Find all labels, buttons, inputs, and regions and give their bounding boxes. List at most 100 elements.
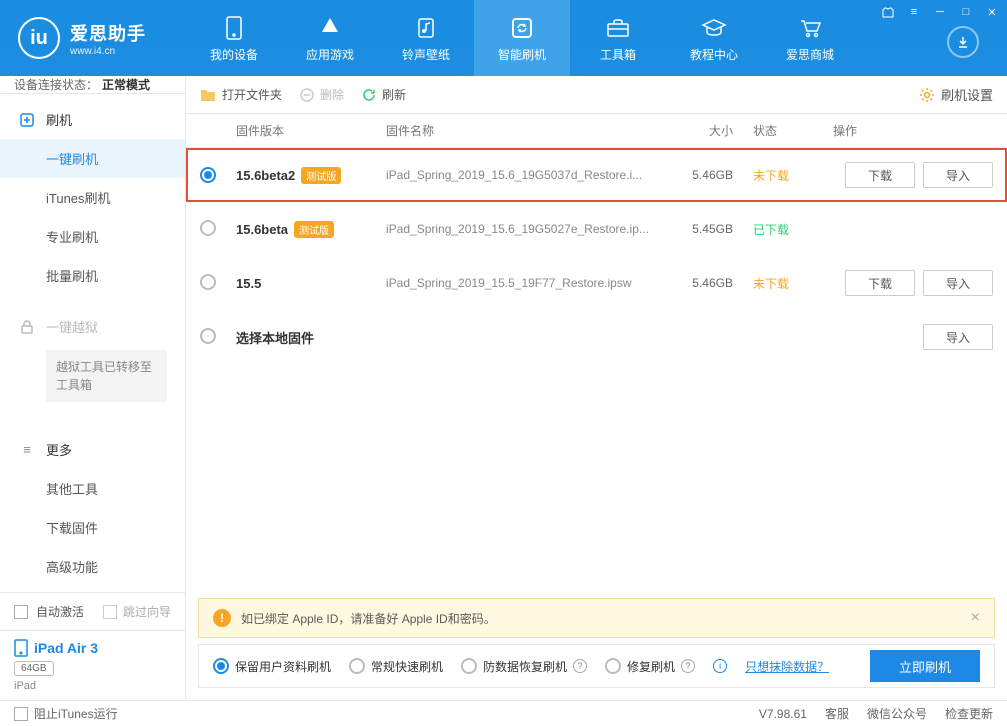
version-text: 选择本地固件 [236,331,314,346]
checkbox-icon[interactable] [14,605,28,619]
opt-fast[interactable]: 常规快速刷机 [349,658,443,675]
sidebar-item-download-fw[interactable]: 下载固件 [0,508,185,547]
nav-ringtones[interactable]: 铃声壁纸 [378,0,474,76]
minimize-button[interactable]: ─ [931,4,949,20]
graduation-icon [700,14,728,42]
beta-badge: 测试版 [301,167,341,184]
firmware-name: iPad_Spring_2019_15.5_19F77_Restore.ipsw [386,276,673,290]
radio-button[interactable] [200,167,216,183]
download-indicator[interactable] [947,26,979,58]
skin-icon[interactable] [879,4,897,20]
sidebar-item-itunes[interactable]: iTunes刷机 [0,178,185,217]
firmware-status: 已下载 [753,221,833,238]
nav-flash[interactable]: 智能刷机 [474,0,570,76]
flash-group-icon [18,111,36,129]
nav-toolbox[interactable]: 工具箱 [570,0,666,76]
flash-settings-button[interactable]: 刷机设置 [919,85,993,104]
firmware-row[interactable]: 选择本地固件 导入 [186,310,1007,364]
toolbar: 打开文件夹 删除 刷新 刷机设置 [186,76,1007,114]
device-info[interactable]: iPad Air 3 64GB iPad [0,630,185,702]
sidebar: 设备连接状态： 正常模式 刷机 一键刷机 iTunes刷机 专业刷机 批量刷机 … [0,76,186,700]
connection-status: 设备连接状态： 正常模式 [0,76,185,94]
delete-button[interactable]: 删除 [300,86,344,103]
apps-icon [317,14,343,42]
flash-now-button[interactable]: 立即刷机 [870,650,980,682]
content-area: 打开文件夹 删除 刷新 刷机设置 固件版本 固件名称 大小 状态 操作 [186,76,1007,700]
firmware-row[interactable]: 15.6beta2 测试版 iPad_Spring_2019_15.6_19G50… [186,148,1007,202]
statusbar: 阻止iTunes运行 V7.98.61 客服 微信公众号 检查更新 [0,700,1007,726]
menu-icon[interactable]: ≡ [905,4,923,20]
beta-badge: 测试版 [294,221,334,238]
folder-icon [200,88,216,102]
firmware-table: 15.6beta2 测试版 iPad_Spring_2019_15.6_19G50… [186,148,1007,364]
version-text: 15.6beta2 [236,168,295,183]
firmware-size: 5.45GB [673,222,753,236]
import-button[interactable]: 导入 [923,324,993,350]
checkbox-icon[interactable] [103,605,117,619]
firmware-row[interactable]: 15.5 iPad_Spring_2019_15.5_19F77_Restore… [186,256,1007,310]
music-icon [415,14,437,42]
info-icon[interactable]: i [713,659,727,673]
nav-store[interactable]: 爱思商城 [762,0,858,76]
block-itunes-checkbox[interactable]: 阻止iTunes运行 [14,705,118,722]
sidebar-item-oneclick[interactable]: 一键刷机 [0,139,185,178]
download-button[interactable]: 下载 [845,162,915,188]
radio-button[interactable] [200,220,216,236]
nav-my-device[interactable]: 我的设备 [186,0,282,76]
lock-icon [18,318,36,336]
logo-area: iu 爱思助手 www.i4.cn [0,0,186,76]
support-link[interactable]: 客服 [825,705,849,722]
firmware-row[interactable]: 15.6beta 测试版 iPad_Spring_2019_15.6_19G502… [186,202,1007,256]
sidebar-group-flash[interactable]: 刷机 [0,100,185,139]
warning-bar: ! 如已绑定 Apple ID，请准备好 Apple ID和密码。 × [198,598,995,638]
jailbreak-note: 越狱工具已转移至工具箱 [46,350,167,402]
firmware-size: 5.46GB [673,168,753,182]
download-button[interactable]: 下载 [845,270,915,296]
sidebar-item-other-tools[interactable]: 其他工具 [0,469,185,508]
sidebar-bottom: 自动激活 跳过向导 iPad Air 3 64GB iPad [0,592,185,702]
maximize-button[interactable]: □ [957,4,975,20]
firmware-size: 5.46GB [673,276,753,290]
warning-icon: ! [213,609,231,627]
import-button[interactable]: 导入 [923,162,993,188]
erase-link[interactable]: 只想抹除数据？ [745,658,829,675]
close-button[interactable]: ✕ [983,4,1001,20]
wechat-link[interactable]: 微信公众号 [867,705,927,722]
delete-icon [300,88,314,102]
gear-icon [919,87,935,103]
titlebar: iu 爱思助手 www.i4.cn 我的设备 应用游戏 铃声壁纸 智能刷机 工具… [0,0,1007,76]
refresh-button[interactable]: 刷新 [362,86,406,103]
table-header: 固件版本 固件名称 大小 状态 操作 [186,114,1007,148]
app-title: 爱思助手 [70,20,146,46]
opt-keep-data[interactable]: 保留用户资料刷机 [213,658,331,675]
open-folder-button[interactable]: 打开文件夹 [200,86,282,103]
device-capacity: 64GB [14,661,54,676]
nav-tutorials[interactable]: 教程中心 [666,0,762,76]
sidebar-item-pro[interactable]: 专业刷机 [0,217,185,256]
firmware-name: iPad_Spring_2019_15.6_19G5037d_Restore.i… [386,168,673,182]
close-warning-button[interactable]: × [971,609,980,627]
firmware-status: 未下载 [753,167,833,184]
help-icon[interactable]: ? [681,659,695,673]
refresh-icon [510,14,534,42]
opt-repair[interactable]: 修复刷机? [605,658,695,675]
sidebar-item-advanced[interactable]: 高级功能 [0,547,185,586]
help-icon[interactable]: ? [573,659,587,673]
version-text: 15.6beta [236,222,288,237]
import-button[interactable]: 导入 [923,270,993,296]
checkbox-icon[interactable] [14,707,28,721]
nav-apps[interactable]: 应用游戏 [282,0,378,76]
main-area: 设备连接状态： 正常模式 刷机 一键刷机 iTunes刷机 专业刷机 批量刷机 … [0,76,1007,700]
sidebar-item-batch[interactable]: 批量刷机 [0,256,185,295]
auto-activate-row[interactable]: 自动激活 跳过向导 [0,593,185,630]
app-subtitle: www.i4.cn [70,46,146,57]
firmware-name: iPad_Spring_2019_15.6_19G5027e_Restore.i… [386,222,673,236]
firmware-status: 未下载 [753,275,833,292]
radio-button[interactable] [200,274,216,290]
opt-anti-recovery[interactable]: 防数据恢复刷机? [461,658,587,675]
sidebar-group-more[interactable]: ≡ 更多 [0,430,185,469]
radio-button[interactable] [200,328,216,344]
sidebar-group-jailbreak: 一键越狱 [0,307,185,346]
cart-icon [797,14,823,42]
check-update-link[interactable]: 检查更新 [945,705,993,722]
